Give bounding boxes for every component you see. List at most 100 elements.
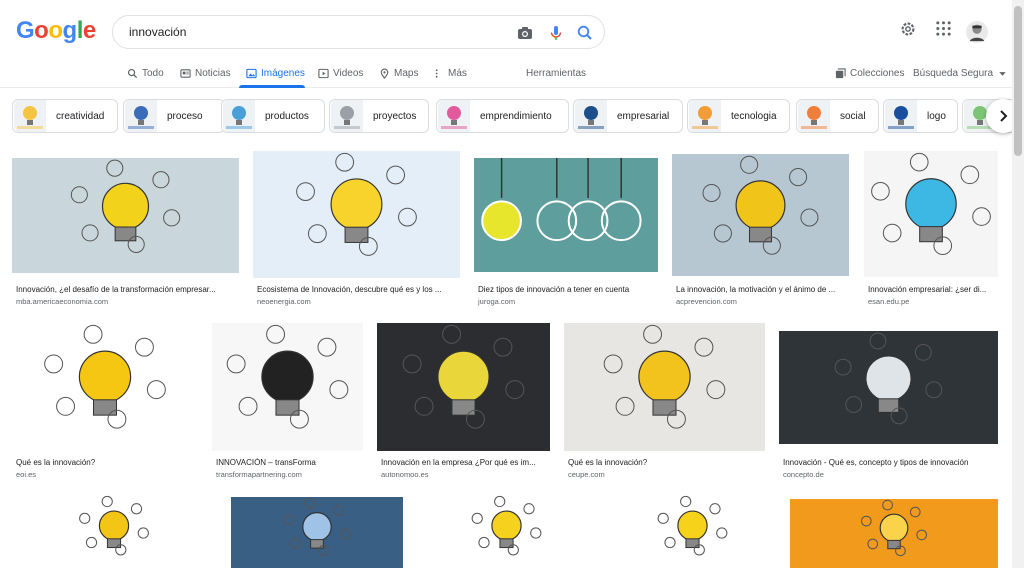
tab-todo[interactable]: Todo	[127, 66, 164, 80]
result-thumbnail[interactable]	[12, 323, 198, 451]
logo-letter: G	[16, 17, 35, 44]
video-icon	[318, 68, 329, 78]
tab-imagenes[interactable]: Imágenes	[246, 66, 305, 80]
chip-social[interactable]: social	[796, 99, 879, 133]
chip-thumbnail	[331, 100, 363, 132]
header: Google innovación	[0, 0, 1012, 60]
chip-label: logo	[927, 110, 946, 122]
result-title[interactable]: Ecosistema de Innovación, descubre qué e…	[257, 285, 458, 294]
tab-videos[interactable]: Videos	[318, 66, 363, 80]
result-thumbnail[interactable]	[790, 499, 998, 568]
result-thumbnail[interactable]	[12, 495, 216, 568]
result-source[interactable]: acprevencion.com	[676, 297, 737, 306]
chip-label: empresarial	[617, 110, 670, 122]
chip-productos[interactable]: productos	[221, 99, 325, 133]
chip-label: proyectos	[373, 110, 417, 122]
result-title[interactable]: Innovación empresarial: ¿ser di...	[868, 285, 1012, 294]
microphone-icon[interactable]	[546, 23, 566, 43]
logo-letter: g	[62, 17, 78, 44]
result-source[interactable]: esan.edu.pe	[868, 297, 909, 306]
logo-letter: e	[82, 17, 96, 44]
chip-thumbnail	[125, 100, 157, 132]
result-thumbnail[interactable]	[672, 154, 849, 276]
chip-thumbnail	[223, 100, 255, 132]
search-tabs: Todo Noticias Imágenes Videos Maps Más H…	[0, 60, 1012, 88]
result-source[interactable]: autonomoo.es	[381, 470, 429, 479]
image-icon	[246, 68, 257, 78]
google-logo[interactable]: Google	[16, 17, 96, 45]
result-title[interactable]: Innovación - Qué es, concepto y tipos de…	[783, 458, 996, 467]
result-thumbnail[interactable]	[12, 158, 239, 273]
bookmark-icon	[835, 67, 846, 78]
logo-letter: o	[48, 17, 63, 44]
tab-maps[interactable]: Maps	[379, 66, 418, 80]
chip-label: creatividad	[56, 110, 105, 122]
chip-thumbnail	[689, 100, 721, 132]
chip-emprendimiento[interactable]: emprendimiento	[436, 99, 569, 133]
settings-gear-icon[interactable]	[899, 20, 917, 43]
chip-proyectos[interactable]: proyectos	[329, 99, 429, 133]
news-icon	[180, 68, 191, 78]
scrollbar-thumb[interactable]	[1014, 6, 1022, 156]
chip-logo[interactable]: logo	[883, 99, 958, 133]
result-source[interactable]: concepto.de	[783, 470, 824, 479]
search-box[interactable]: innovación	[112, 15, 605, 49]
chip-creatividad[interactable]: creatividad	[12, 99, 118, 133]
chip-thumbnail	[798, 100, 830, 132]
result-source[interactable]: ceupe.com	[568, 470, 605, 479]
tools-button[interactable]: Herramientas	[526, 66, 586, 80]
result-thumbnail[interactable]	[253, 151, 460, 278]
collections-button[interactable]: Colecciones	[835, 66, 904, 80]
chip-label: productos	[265, 110, 309, 122]
more-vert-icon	[435, 68, 438, 78]
result-title[interactable]: La innovación, la motivación y el ánimo …	[676, 285, 847, 294]
result-source[interactable]: mba.americaeconomia.com	[16, 297, 108, 306]
search-input[interactable]: innovación	[129, 25, 186, 39]
active-tab-indicator	[239, 85, 305, 88]
chip-thumbnail	[14, 100, 46, 132]
tab-noticias[interactable]: Noticias	[180, 66, 231, 80]
chip-label: proceso	[167, 110, 203, 122]
result-title[interactable]: Innovación en la empresa ¿Por qué es im.…	[381, 458, 548, 467]
result-thumbnail[interactable]	[864, 151, 998, 277]
chip-thumbnail	[438, 100, 470, 132]
result-title[interactable]: Diez tipos de innovación a tener en cuen…	[478, 285, 656, 294]
logo-letter: o	[34, 17, 49, 44]
result-thumbnail[interactable]	[377, 323, 550, 451]
related-chips-bar: creatividad proceso productos proyectos empr…	[0, 97, 1022, 135]
tab-mas[interactable]: Más	[433, 66, 467, 80]
result-title[interactable]: Innovación, ¿el desafío de la transforma…	[16, 285, 237, 294]
scrollbar[interactable]	[1012, 0, 1024, 568]
result-title[interactable]: Qué es la innovación?	[16, 458, 196, 467]
result-title[interactable]: INNOVACIÓN – transForma	[216, 458, 361, 467]
result-thumbnail[interactable]	[474, 158, 658, 272]
chip-label: tecnologia	[731, 110, 777, 122]
chip-empresarial[interactable]: empresarial	[573, 99, 683, 133]
chip-thumbnail	[575, 100, 607, 132]
map-pin-icon	[380, 68, 389, 79]
chevron-right-icon	[1000, 110, 1008, 122]
result-thumbnail[interactable]	[418, 495, 595, 568]
chip-tecnologia[interactable]: tecnologia	[687, 99, 790, 133]
dropdown-arrow-icon	[999, 71, 1006, 76]
chip-proceso[interactable]: proceso	[123, 99, 225, 133]
apps-grid-icon[interactable]	[935, 20, 952, 42]
search-icon[interactable]	[575, 23, 595, 43]
chip-label: emprendimiento	[480, 110, 552, 122]
result-thumbnail[interactable]	[231, 497, 403, 568]
chip-label: social	[840, 110, 866, 122]
result-source[interactable]: eoi.es	[16, 470, 36, 479]
safe-search-dropdown[interactable]: Búsqueda Segura	[913, 66, 1008, 80]
result-source[interactable]: transformapartnering.com	[216, 470, 302, 479]
result-source[interactable]: neoenergia.com	[257, 297, 311, 306]
camera-icon[interactable]	[515, 23, 535, 43]
search-icon	[127, 68, 138, 78]
chip-thumbnail	[885, 100, 917, 132]
result-thumbnail[interactable]	[212, 323, 363, 451]
account-avatar[interactable]	[966, 21, 988, 48]
result-thumbnail[interactable]	[564, 323, 765, 451]
result-thumbnail[interactable]	[609, 495, 776, 568]
result-source[interactable]: juroga.com	[478, 297, 515, 306]
result-thumbnail[interactable]	[779, 331, 998, 444]
result-title[interactable]: Qué es la innovación?	[568, 458, 763, 467]
